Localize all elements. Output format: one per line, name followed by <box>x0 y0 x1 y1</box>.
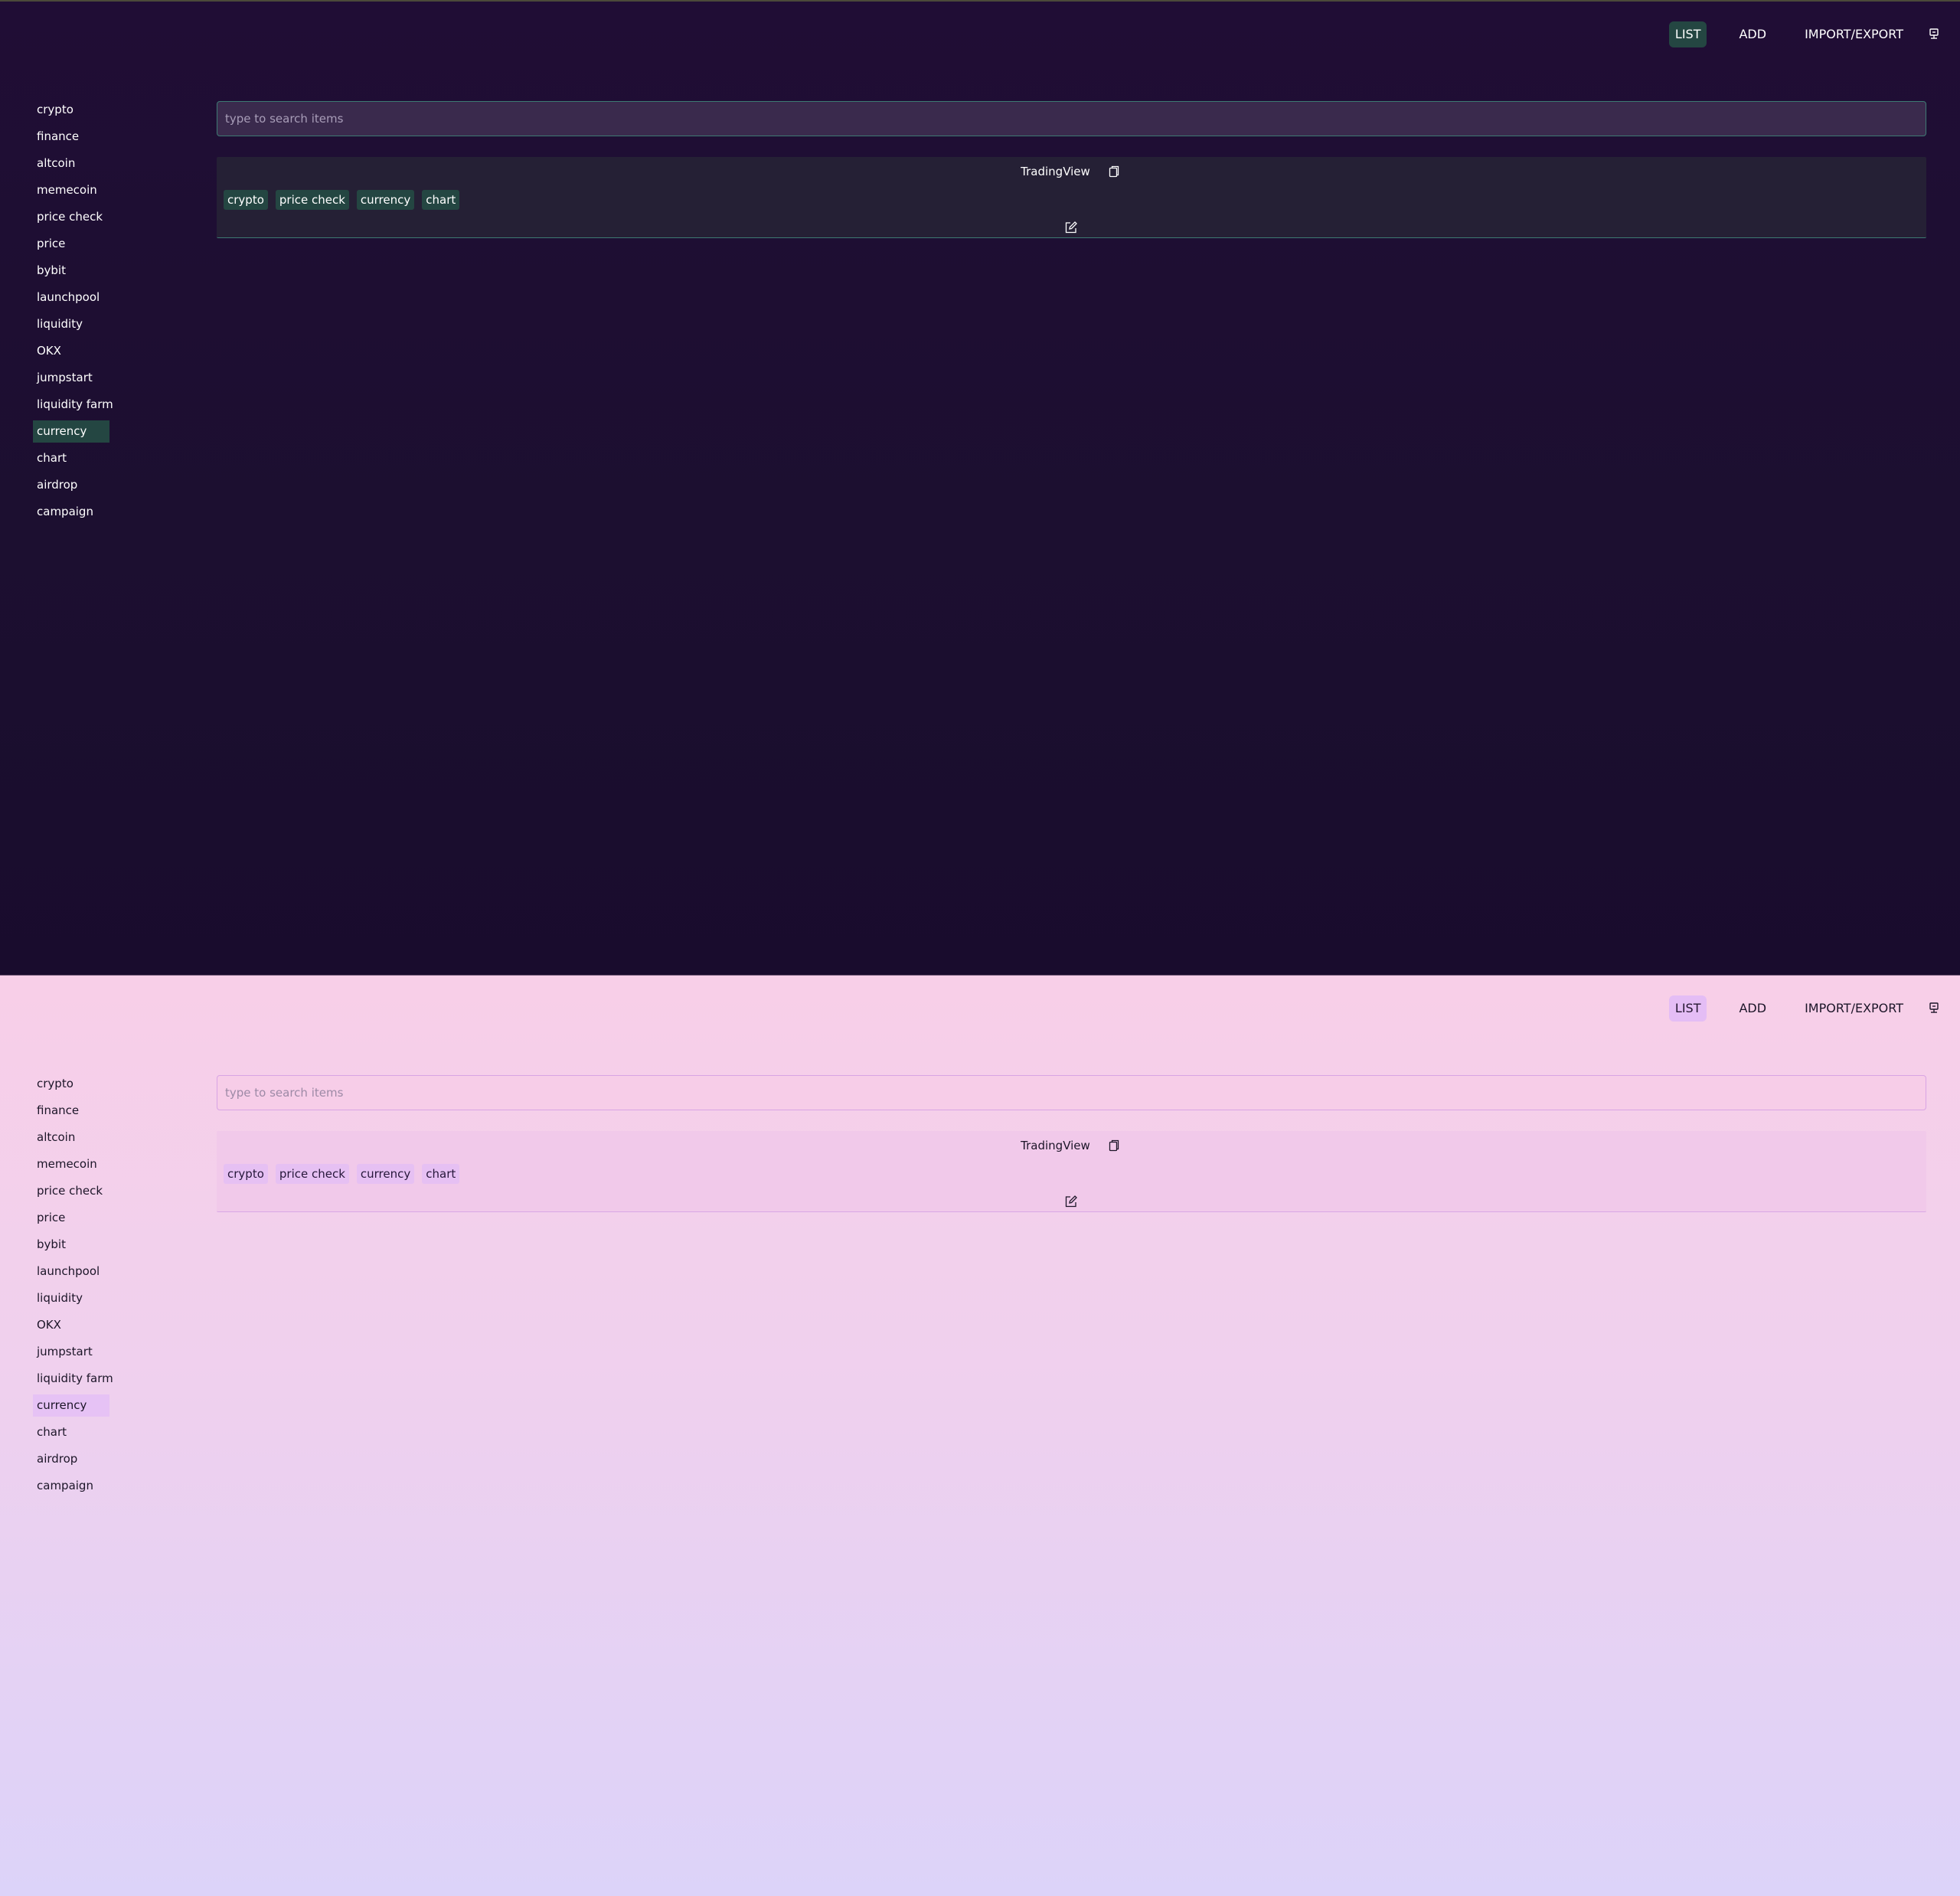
light-theme-view: LIST ADD IMPORT/EXPORT crypto finance al… <box>0 975 1960 1896</box>
item-tag-chip[interactable]: currency <box>356 190 415 210</box>
sidebar-tag[interactable]: chart <box>33 447 109 469</box>
logout-icon[interactable] <box>1922 996 1946 1021</box>
search-input[interactable] <box>217 1075 1926 1110</box>
sidebar-tag-selected[interactable]: currency <box>33 420 109 443</box>
item-card: TradingView crypto price check currency … <box>217 1131 1926 1212</box>
logout-icon[interactable] <box>1922 22 1946 47</box>
sidebar-tag[interactable]: liquidity farm <box>33 394 113 416</box>
sidebar-tag[interactable]: launchpool <box>33 1260 109 1283</box>
sidebar-tag[interactable]: campaign <box>33 501 109 523</box>
sidebar-tag[interactable]: crypto <box>33 99 109 121</box>
nav-import-export-button[interactable]: IMPORT/EXPORT <box>1798 995 1909 1022</box>
item-tag-chip[interactable]: chart <box>422 190 460 210</box>
item-tag-chip[interactable]: price check <box>275 190 349 210</box>
sidebar-tag[interactable]: OKX <box>33 340 109 362</box>
item-tag-chip[interactable]: price check <box>275 1164 349 1184</box>
sidebar-tag[interactable]: liquidity <box>33 313 109 335</box>
item-tags: crypto price check currency chart <box>224 190 467 210</box>
nav-list-button[interactable]: LIST <box>1668 21 1707 47</box>
sidebar-tag[interactable]: price check <box>33 206 109 228</box>
item-tag-chip[interactable]: currency <box>356 1164 415 1184</box>
edit-icon[interactable] <box>1062 218 1080 237</box>
search-input[interactable] <box>217 101 1926 136</box>
sidebar-tag[interactable]: altcoin <box>33 152 109 175</box>
nav-list-button[interactable]: LIST <box>1668 995 1707 1022</box>
top-nav: LIST ADD IMPORT/EXPORT <box>1668 995 1960 1022</box>
nav-add-button[interactable]: ADD <box>1733 995 1772 1022</box>
dark-theme-view: LIST ADD IMPORT/EXPORT crypto finance al… <box>0 0 1960 975</box>
sidebar-tag[interactable]: liquidity farm <box>33 1368 113 1390</box>
tag-sidebar: crypto finance altcoin memecoin price ch… <box>33 99 113 528</box>
sidebar-tag[interactable]: memecoin <box>33 179 109 201</box>
sidebar-tag[interactable]: price <box>33 1207 109 1229</box>
copy-icon[interactable] <box>1106 1137 1122 1154</box>
sidebar-tag[interactable]: crypto <box>33 1073 109 1095</box>
sidebar-tag[interactable]: chart <box>33 1421 109 1443</box>
sidebar-tag[interactable]: campaign <box>33 1475 109 1497</box>
nav-import-export-button[interactable]: IMPORT/EXPORT <box>1798 21 1909 47</box>
sidebar-tag-selected[interactable]: currency <box>33 1394 109 1417</box>
item-title-link[interactable]: TradingView <box>1021 1136 1090 1156</box>
item-card: TradingView crypto price check currency … <box>217 157 1926 238</box>
item-tag-chip[interactable]: chart <box>422 1164 460 1184</box>
sidebar-tag[interactable]: bybit <box>33 1234 109 1256</box>
sidebar-tag[interactable]: price check <box>33 1180 109 1202</box>
sidebar-tag[interactable]: jumpstart <box>33 367 109 389</box>
item-tag-chip[interactable]: crypto <box>224 1164 268 1184</box>
sidebar-tag[interactable]: OKX <box>33 1314 109 1336</box>
sidebar-tag[interactable]: airdrop <box>33 474 109 496</box>
sidebar-tag[interactable]: jumpstart <box>33 1341 109 1363</box>
sidebar-tag[interactable]: finance <box>33 126 109 148</box>
item-tags: crypto price check currency chart <box>224 1164 467 1184</box>
sidebar-tag[interactable]: memecoin <box>33 1153 109 1175</box>
top-nav: LIST ADD IMPORT/EXPORT <box>1668 21 1960 47</box>
sidebar-tag[interactable]: launchpool <box>33 286 109 309</box>
nav-add-button[interactable]: ADD <box>1733 21 1772 47</box>
sidebar-tag[interactable]: price <box>33 233 109 255</box>
sidebar-tag[interactable]: bybit <box>33 260 109 282</box>
item-tag-chip[interactable]: crypto <box>224 190 268 210</box>
sidebar-tag[interactable]: airdrop <box>33 1448 109 1470</box>
edit-icon[interactable] <box>1062 1192 1080 1211</box>
tag-sidebar: crypto finance altcoin memecoin price ch… <box>33 1073 113 1502</box>
copy-icon[interactable] <box>1106 163 1122 180</box>
item-title-link[interactable]: TradingView <box>1021 162 1090 181</box>
sidebar-tag[interactable]: altcoin <box>33 1126 109 1149</box>
sidebar-tag[interactable]: liquidity <box>33 1287 109 1309</box>
sidebar-tag[interactable]: finance <box>33 1100 109 1122</box>
